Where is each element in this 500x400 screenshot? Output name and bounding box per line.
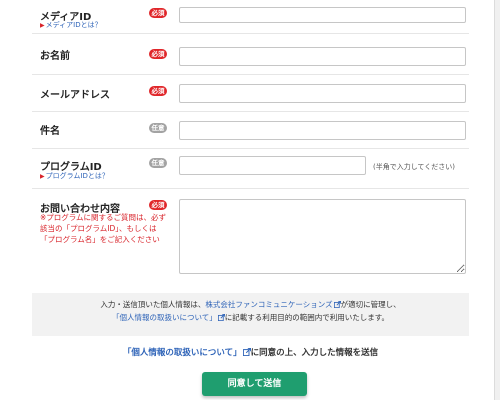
external-link-icon [242, 348, 251, 356]
program-id-help-link[interactable]: ▶プログラムIDとは？ [40, 171, 109, 181]
media-id-help-link[interactable]: ▶メディアIDとは？ [40, 20, 102, 30]
external-link-icon [217, 314, 225, 321]
consent-suffix: に同意の上、入力した情報を送信 [250, 348, 379, 358]
consent-text: 「個人情報の取扱いについて」 に同意の上、入力した情報を送信 [32, 346, 469, 358]
privacy-text: が適切に管理し、 [340, 300, 401, 309]
divider [32, 188, 469, 189]
divider [32, 111, 469, 112]
privacy-text: 入力・送信頂いた個人情報は、 [100, 300, 206, 309]
external-link-icon [333, 301, 341, 308]
program-id-help-text[interactable]: プログラムIDとは？ [46, 172, 109, 180]
divider [32, 33, 469, 34]
required-badge: 必須 [149, 200, 167, 210]
required-badge: 必須 [149, 8, 167, 18]
consent-policy-link[interactable]: 「個人情報の取扱いについて」 [123, 348, 242, 358]
privacy-notice: 入力・送信頂いた個人情報は、株式会社ファンコミュニケーションズ が適切に管理し、 … [32, 293, 469, 336]
media-id-help-text[interactable]: メディアIDとは？ [46, 21, 102, 29]
email-label: メールアドレス [40, 90, 110, 101]
optional-badge: 任意 [149, 158, 167, 168]
company-link[interactable]: 株式会社ファンコミュニケーションズ [205, 300, 332, 309]
required-badge: 必須 [149, 86, 167, 96]
privacy-policy-link[interactable]: 「個人情報の取扱いについて」 [112, 313, 217, 322]
inquiry-note: ※プログラムに関するご質問は、必ず該当の「プログラムID」、もしくは「プログラム… [40, 213, 167, 244]
program-id-hint: (半角で入力してください) [373, 163, 456, 171]
subject-input[interactable] [179, 121, 466, 140]
triangle-right-icon: ▶ [40, 173, 45, 180]
privacy-line-1: 入力・送信頂いた個人情報は、株式会社ファンコミュニケーションズ が適切に管理し、 [32, 298, 469, 311]
name-input[interactable] [179, 47, 466, 66]
optional-badge: 任意 [149, 123, 167, 133]
subject-label: 件名 [40, 126, 60, 137]
required-badge: 必須 [149, 49, 167, 59]
name-label: お名前 [40, 51, 70, 62]
media-id-input[interactable] [179, 7, 466, 23]
privacy-text: に記載する利用目的の範囲内で利用いたします。 [224, 313, 390, 322]
privacy-line-2: 「個人情報の取扱いについて」 に記載する利用目的の範囲内で利用いたします。 [32, 311, 469, 324]
email-input[interactable] [179, 84, 466, 103]
divider [32, 74, 469, 75]
divider [32, 148, 469, 149]
inquiry-textarea[interactable] [179, 199, 466, 274]
submit-button[interactable]: 同意して送信 [202, 372, 307, 396]
triangle-right-icon: ▶ [40, 22, 45, 29]
scrollbar[interactable] [494, 0, 500, 400]
program-id-input[interactable] [179, 156, 366, 175]
